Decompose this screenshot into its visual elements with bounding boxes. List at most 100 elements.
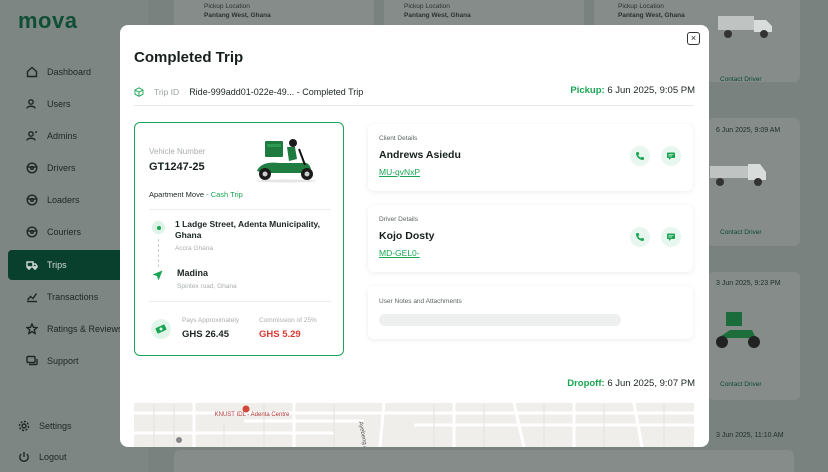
trip-card: [174, 450, 794, 472]
call-client-button[interactable]: [630, 146, 650, 166]
close-icon: ×: [690, 33, 697, 43]
steering-wheel-icon: [26, 162, 38, 174]
client-details-label: Client Details: [379, 135, 418, 142]
vehicle-number-label: Vehicle Number: [149, 147, 206, 156]
vehicle-number: GT1247-25: [149, 161, 205, 173]
sidebar-item-label: Ratings & Reviews: [47, 324, 123, 334]
pays-approx-value: GHS 26.45: [182, 329, 229, 340]
divider: [134, 105, 694, 106]
destination-address: Madina: [177, 268, 209, 278]
commission-label: Commission of 25%: [259, 317, 317, 324]
sidebar-item-logout[interactable]: Logout: [0, 442, 140, 472]
call-driver-button[interactable]: [630, 227, 650, 247]
trip-date: 3 Jun 2025, 9:23 PM: [716, 280, 781, 287]
sidebar-item-label: Trips: [47, 260, 67, 270]
pickup-location-label: Pickup Location: [404, 3, 450, 10]
trip-map[interactable]: [134, 403, 694, 447]
trip-id-value: Ride-999add01-022e-49... - Completed Tri…: [189, 87, 364, 97]
sidebar-item-label: Admins: [47, 131, 78, 141]
steering-wheel-icon: [26, 226, 38, 238]
trip-id-label: Trip ID: [154, 87, 180, 97]
sidebar-item-settings[interactable]: Settings: [0, 411, 140, 441]
origin-subaddress: Accra Ghana: [175, 245, 213, 252]
home-icon: [26, 66, 38, 78]
phone-icon: [635, 152, 644, 161]
sidebar-item-label: Support: [47, 356, 79, 366]
phone-icon: [635, 233, 644, 242]
users-icon: [26, 99, 36, 109]
message-icon: [667, 152, 675, 160]
truck-icon: [26, 261, 38, 270]
pays-approx-label: Pays Approximately: [182, 317, 240, 324]
message-driver-button[interactable]: [661, 227, 681, 247]
contact-driver-link[interactable]: Contact Driver: [720, 381, 762, 388]
pickup-time: Pickup: 6 Jun 2025, 9:05 PM: [570, 85, 695, 96]
sidebar-item-label: Loaders: [47, 195, 80, 205]
dropoff-time-value: 6 Jun 2025, 9:07 PM: [607, 378, 695, 389]
payment-type: - Cash Trip: [206, 190, 243, 199]
chat-icon: [26, 355, 38, 366]
divider: [149, 209, 331, 210]
chart-icon: [26, 293, 38, 303]
contact-driver-link[interactable]: Contact Driver: [720, 229, 762, 236]
message-icon: [667, 233, 675, 241]
client-name: Andrews Asiedu: [379, 149, 461, 161]
origin-pin-icon: [152, 221, 165, 234]
map-place-label: KNUST IDL - Adenta Centre: [214, 412, 290, 418]
gear-icon: [18, 420, 30, 432]
app-root: mova Dashboard Users Admins Drivers Load…: [0, 0, 828, 472]
cube-icon: [134, 87, 144, 97]
trip-type: Apartment Move - Cash Trip: [149, 190, 243, 199]
star-icon: [26, 323, 38, 335]
pickup-location-value: Pantang West, Ghana: [204, 12, 271, 19]
pickup-location-label: Pickup Location: [204, 3, 250, 10]
sidebar-item-label: Logout: [39, 452, 67, 462]
move-type: Apartment Move: [149, 190, 205, 199]
trip-date: 3 Jun 2025, 11:10 AM: [716, 432, 784, 439]
divider: [149, 301, 331, 302]
pickup-location-label: Pickup Location: [618, 3, 664, 10]
driver-id-link[interactable]: MD-GEL0-: [379, 248, 420, 258]
completed-trip-modal: Completed Trip × Trip ID Ride-999add01-0…: [120, 25, 709, 447]
message-client-button[interactable]: [661, 146, 681, 166]
pickup-location-value: Pantang West, Ghana: [404, 12, 471, 19]
sidebar-item-label: Dashboard: [47, 67, 92, 77]
scooter-image: [256, 139, 316, 183]
dropoff-time: Dropoff: 6 Jun 2025, 9:07 PM: [567, 378, 695, 389]
user-notes-card: User Notes and Attachments: [368, 286, 693, 339]
trip-date: 6 Jun 2025, 9:09 AM: [716, 127, 781, 134]
notes-placeholder: [379, 314, 621, 326]
courier-scooter-image: [716, 312, 760, 348]
driver-details-card: Driver Details Kojo Dosty MD-GEL0-: [368, 205, 693, 272]
map-roads: [134, 403, 694, 447]
sidebar-item-label: Settings: [39, 421, 72, 431]
driver-details-label: Driver Details: [379, 216, 419, 223]
logout-icon: [19, 452, 29, 463]
sidebar-item-label: Transactions: [47, 292, 99, 302]
origin-address: 1 Ladge Street, Adenta Municipality, Gha…: [175, 219, 320, 240]
close-button[interactable]: ×: [687, 32, 700, 45]
client-id-link[interactable]: MU-qvNxP: [379, 167, 420, 177]
truck-image: [710, 164, 766, 186]
vehicle-card: Vehicle Number GT1247-25 Apartment Move …: [134, 122, 344, 356]
truck-image: [718, 16, 772, 38]
sidebar-item-label: Users: [47, 99, 71, 109]
commission-value: GHS 5.29: [259, 329, 301, 340]
cash-icon: [151, 319, 171, 339]
contact-driver-link[interactable]: Contact Driver: [720, 76, 762, 83]
pickup-time-value: 6 Jun 2025, 9:05 PM: [607, 85, 695, 96]
dropoff-label: Dropoff:: [567, 378, 605, 389]
client-details-card: Client Details Andrews Asiedu MU-qvNxP: [368, 124, 693, 191]
sidebar-item-label: Couriers: [47, 227, 82, 237]
destination-subaddress: Spintex road, Ghana: [177, 283, 237, 290]
pickup-label: Pickup:: [570, 85, 605, 96]
sidebar-item-label: Drivers: [47, 163, 76, 173]
steering-wheel-icon: [26, 194, 38, 206]
driver-name: Kojo Dosty: [379, 230, 435, 242]
admins-icon: [26, 131, 37, 141]
route-line: [158, 239, 159, 267]
pickup-location-value: Pantang West, Ghana: [618, 12, 685, 19]
user-notes-label: User Notes and Attachments: [379, 298, 462, 305]
modal-title: Completed Trip: [134, 49, 244, 66]
navigation-arrow-icon: [152, 270, 163, 281]
